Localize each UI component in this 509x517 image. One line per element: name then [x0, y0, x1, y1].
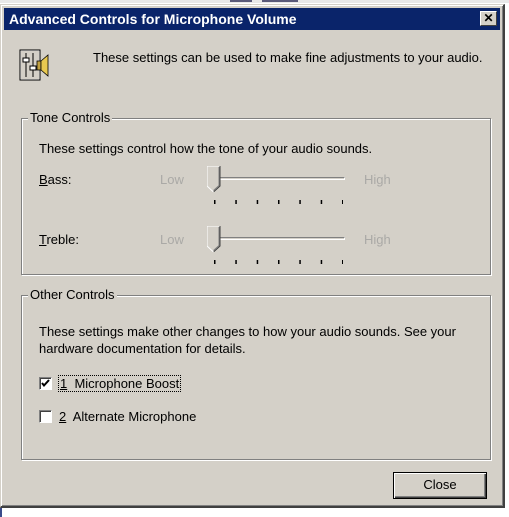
slider-tick	[299, 200, 301, 204]
slider-tick	[278, 260, 280, 264]
slider-tick	[256, 260, 259, 264]
bass-slider-thumb[interactable]	[207, 166, 221, 192]
alternate-microphone-checkbox[interactable]	[39, 410, 52, 423]
tone-controls-description: These settings control how the tone of y…	[39, 141, 373, 156]
bass-low-label: Low	[160, 172, 184, 187]
advanced-controls-dialog: Advanced Controls for Microphone Volume …	[0, 4, 505, 508]
close-icon[interactable]: ✕	[480, 11, 497, 26]
focus-rectangle: 1 Microphone Boost	[57, 375, 182, 392]
other-controls-legend: Other Controls	[28, 287, 117, 303]
other-controls-description: These settings make other changes to how…	[39, 324, 456, 356]
tone-controls-legend: Tone Controls	[28, 110, 113, 126]
slider-tick	[235, 200, 237, 204]
bass-slider-track[interactable]	[210, 177, 345, 180]
bass-slider-row: Bass: Low High	[22, 166, 490, 212]
microphone-boost-checkbox[interactable]	[39, 377, 52, 390]
tone-controls-group: Tone Controls These settings control how…	[21, 110, 491, 275]
bass-high-label: High	[364, 172, 391, 187]
treble-slider-row: Treble: Low High	[22, 226, 490, 272]
treble-label: Treble:	[39, 232, 79, 247]
microphone-boost-label: 1 Microphone Boost	[57, 375, 182, 392]
background-mark	[262, 0, 298, 2]
slider-tick	[320, 200, 323, 204]
window-title: Advanced Controls for Microphone Volume	[9, 11, 297, 27]
slider-tick	[320, 260, 323, 264]
treble-slider-thumb[interactable]	[207, 226, 221, 252]
bass-label: Bass:	[39, 172, 72, 187]
slider-tick	[214, 260, 216, 264]
treble-high-label: High	[364, 232, 391, 247]
background-window-strip	[0, 0, 509, 3]
title-bar[interactable]: Advanced Controls for Microphone Volume …	[4, 8, 500, 30]
slider-tick	[299, 260, 301, 264]
bass-slider-ticks	[214, 200, 343, 204]
checkmark-icon	[41, 379, 50, 388]
speaker-settings-icon	[19, 49, 49, 81]
slider-tick	[235, 260, 237, 264]
treble-low-label: Low	[160, 232, 184, 247]
treble-slider-ticks	[214, 260, 343, 264]
slider-tick	[342, 260, 343, 264]
background-mark	[230, 0, 252, 2]
alternate-microphone-label: 2 Alternate Microphone	[59, 409, 197, 424]
other-controls-group: Other Controls These settings make other…	[21, 287, 491, 460]
slider-tick	[256, 200, 259, 204]
slider-tick	[278, 200, 280, 204]
slider-tick	[214, 200, 216, 204]
slider-tick	[342, 200, 343, 204]
intro-text: These settings can be used to make fine …	[93, 50, 483, 65]
treble-slider-track[interactable]	[210, 237, 345, 240]
close-button[interactable]: Close	[393, 472, 487, 499]
